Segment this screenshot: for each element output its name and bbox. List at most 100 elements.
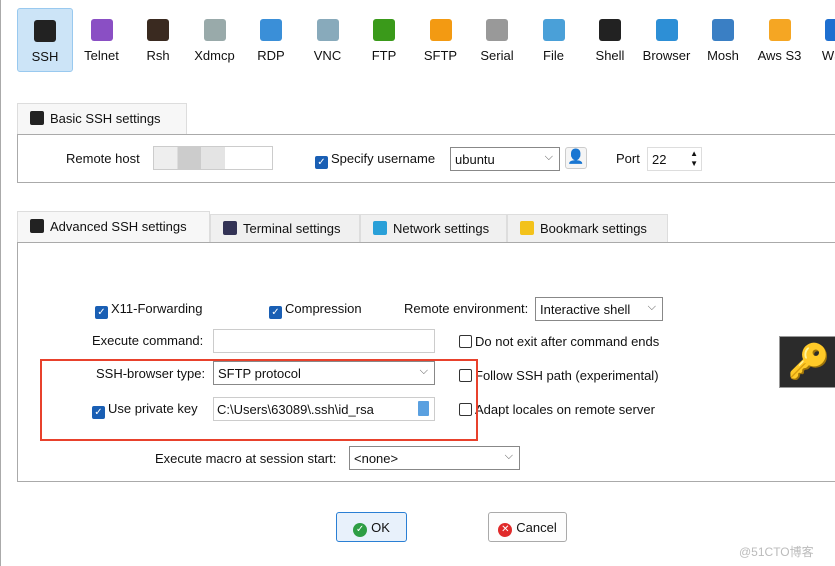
session-type-ftp[interactable]: FTP: [356, 8, 412, 72]
chevron-down-icon: ⌵: [504, 450, 513, 462]
tab-advanced-ssh-settings[interactable]: Advanced SSH settings: [17, 211, 210, 243]
session-type-label: File: [543, 48, 564, 63]
execute-macro-select[interactable]: <none> ⌵: [349, 446, 520, 470]
execute-macro-label: Execute macro at session start:: [155, 451, 337, 466]
sftp-globe-icon: [429, 19, 452, 41]
tab-basic-ssh-settings[interactable]: Basic SSH settings: [17, 103, 187, 134]
session-type-telnet[interactable]: Telnet: [74, 8, 130, 72]
tab-icon: [373, 221, 387, 235]
remote-environment-label: Remote environment:: [404, 301, 529, 316]
tab-icon: [223, 221, 237, 235]
ssh-key-icon: [34, 20, 56, 42]
ok-button[interactable]: ✓ OK: [336, 512, 407, 542]
session-type-label: Telnet: [84, 48, 119, 63]
specify-username-checkbox[interactable]: ✓ Specify username: [315, 151, 435, 169]
compression-checkbox[interactable]: ✓ Compression: [269, 301, 362, 319]
key-icon: [30, 111, 44, 125]
shell-terminal-icon: [599, 19, 621, 41]
session-type-xdmcp[interactable]: Xdmcp: [187, 8, 243, 72]
window-border: [0, 0, 1, 566]
session-type-mosh[interactable]: Mosh: [695, 8, 751, 72]
adapt-locales-label: Adapt locales on remote server: [475, 402, 655, 417]
tab-label: Bookmark settings: [540, 221, 647, 236]
port-label: Port: [616, 151, 640, 166]
tab-label: Advanced SSH settings: [50, 219, 187, 234]
session-type-browser[interactable]: Browser: [639, 8, 695, 72]
remote-environment-select[interactable]: Interactive shell ⌵: [535, 297, 663, 321]
execute-command-input[interactable]: [213, 329, 435, 353]
port-spinner-icon[interactable]: ▲ ▼: [690, 149, 698, 169]
aws-s3-icon: [768, 19, 791, 41]
cancel-button[interactable]: ✕ Cancel: [488, 512, 567, 542]
session-type-label: Aws S3: [757, 48, 802, 63]
follow-ssh-path-checkbox[interactable]: Follow SSH path (experimental): [459, 368, 659, 383]
tab-terminal-settings[interactable]: Terminal settings: [210, 214, 360, 242]
session-type-shell[interactable]: Shell: [582, 8, 638, 72]
compression-label: Compression: [285, 301, 362, 316]
session-type-wsl[interactable]: WSL: [808, 8, 835, 72]
session-type-serial[interactable]: Serial: [469, 8, 525, 72]
port-input[interactable]: 22 ▲ ▼: [647, 147, 702, 171]
cancel-label: Cancel: [516, 520, 557, 535]
key-icon: 🔑: [779, 336, 835, 388]
session-type-label: SSH: [31, 49, 59, 64]
browser-globe-icon: [655, 19, 678, 41]
session-type-label: RDP: [257, 48, 285, 63]
session-type-label: Serial: [480, 48, 514, 63]
session-type-label: Xdmcp: [194, 48, 235, 63]
session-type-rsh[interactable]: Rsh: [130, 8, 186, 72]
tab-network-settings[interactable]: Network settings: [360, 214, 507, 242]
file-monitor-icon: [542, 19, 565, 41]
session-type-label: FTP: [371, 48, 397, 63]
ok-label: OK: [371, 520, 390, 535]
remote-host-label: Remote host: [66, 151, 140, 166]
x11-forwarding-checkbox[interactable]: ✓ X11-Forwarding: [95, 301, 203, 319]
session-type-vnc[interactable]: VNC: [300, 8, 356, 72]
telnet-icon: [90, 19, 113, 41]
username-value: ubuntu: [455, 152, 495, 167]
chevron-down-icon: ⌵: [544, 151, 553, 163]
remote-environment-value: Interactive shell: [540, 302, 631, 317]
serial-plug-icon: [486, 19, 508, 41]
tab-label: Network settings: [393, 221, 490, 236]
mosh-satellite-icon: [712, 19, 734, 41]
port-value: 22: [652, 152, 667, 167]
do-not-exit-checkbox[interactable]: Do not exit after command ends: [459, 334, 659, 349]
wsl-icon: [825, 19, 835, 41]
do-not-exit-label: Do not exit after command ends: [475, 334, 660, 349]
username-select[interactable]: ubuntu ⌵: [450, 147, 560, 171]
xdmcp-icon: [203, 19, 226, 41]
session-type-label: SFTP: [423, 48, 458, 63]
ftp-globe-icon: [373, 19, 395, 41]
rdp-icon: [260, 19, 282, 41]
session-type-aws-s3[interactable]: Aws S3: [752, 8, 808, 72]
session-type-label: WSL: [821, 48, 835, 63]
session-type-label: Shell: [595, 48, 625, 63]
tab-bookmark-settings[interactable]: Bookmark settings: [507, 214, 668, 242]
tab-label: Basic SSH settings: [50, 111, 161, 126]
session-type-sftp[interactable]: SFTP: [413, 8, 469, 72]
chevron-down-icon: ⌵: [647, 301, 656, 313]
watermark: @51CTO博客: [739, 545, 814, 559]
session-type-ssh[interactable]: SSH: [17, 8, 73, 72]
cancel-x-icon: ✕: [498, 523, 513, 537]
rsh-icon: [147, 19, 169, 41]
adapt-locales-checkbox[interactable]: Adapt locales on remote server: [459, 402, 655, 417]
execute-macro-value: <none>: [354, 451, 399, 466]
follow-ssh-path-label: Follow SSH path (experimental): [475, 368, 659, 383]
tab-label: Terminal settings: [243, 221, 341, 236]
highlight-box: [40, 359, 478, 441]
user-key-icon[interactable]: 👤: [565, 147, 587, 169]
session-type-label: Mosh: [707, 48, 739, 63]
tab-icon: [30, 219, 44, 233]
session-type-file[interactable]: File: [526, 8, 582, 72]
session-type-label: Browser: [642, 48, 691, 63]
session-type-rdp[interactable]: RDP: [243, 8, 299, 72]
session-type-label: VNC: [313, 48, 342, 63]
checkmark-icon: ✓: [353, 523, 368, 537]
execute-command-label: Execute command:: [92, 333, 204, 348]
remote-host-input[interactable]: [153, 146, 273, 170]
x11-label: X11-Forwarding: [111, 301, 203, 316]
tab-icon: [520, 221, 534, 235]
session-type-label: Rsh: [146, 48, 170, 63]
